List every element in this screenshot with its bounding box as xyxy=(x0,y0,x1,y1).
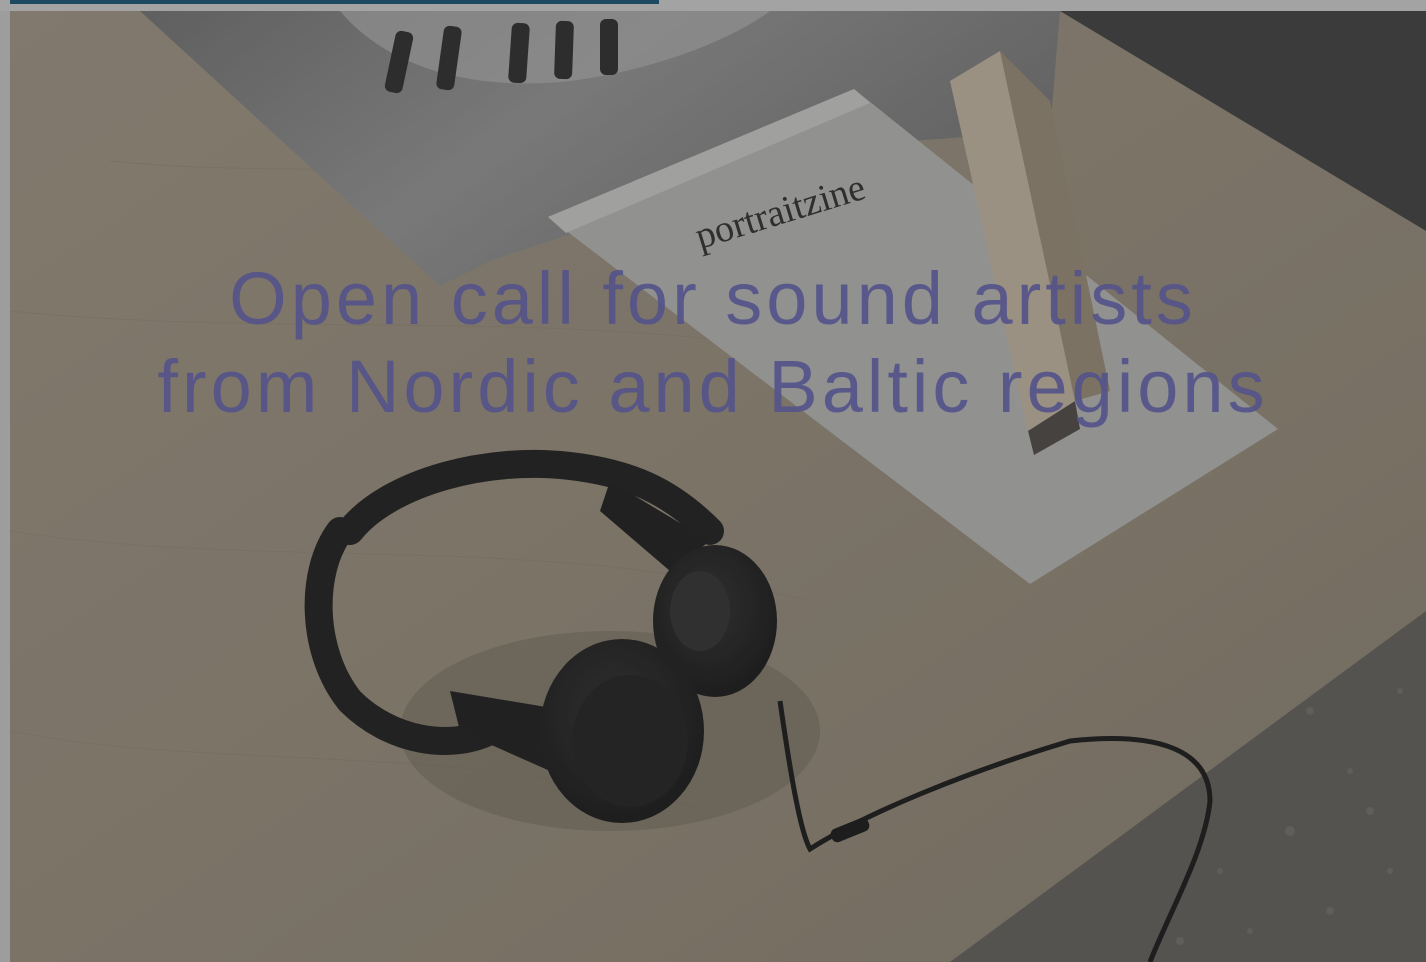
page: portraitzine Open call for sound artists… xyxy=(0,0,1426,962)
hero-headline: Open call for sound artists from Nordic … xyxy=(0,255,1426,431)
left-edge-strip xyxy=(0,11,10,962)
progress-bar-fill xyxy=(10,0,659,4)
hero-photo: portraitzine xyxy=(10,11,1426,962)
hero-headline-line-2: from Nordic and Baltic regions xyxy=(157,345,1269,428)
hero-headline-line-1: Open call for sound artists xyxy=(229,257,1197,340)
hero-dark-overlay xyxy=(10,11,1426,962)
progress-bar-track xyxy=(0,0,1426,11)
hero-image: portraitzine xyxy=(10,11,1426,962)
